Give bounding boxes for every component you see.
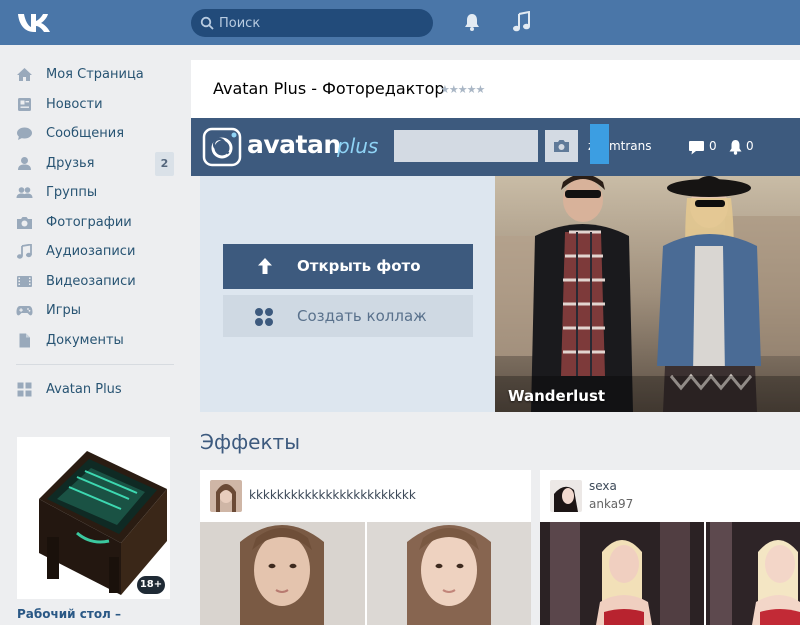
card-author-name[interactable]: kkkkkkkkkkkkkkkkkkkkkkkk — [249, 488, 416, 502]
avatar-picture — [550, 480, 582, 512]
upload-button[interactable] — [590, 124, 609, 164]
avatar[interactable] — [550, 480, 582, 512]
sidebar-item-label: Фотографии — [46, 214, 132, 230]
card-author-subtitle[interactable]: anka97 — [589, 497, 633, 511]
top-header — [0, 0, 800, 45]
sidebar-item-label: Игры — [46, 303, 82, 318]
search-input[interactable] — [219, 9, 419, 37]
music-note-icon — [17, 244, 32, 259]
app-title: Avatan Plus - Фоторедактор — [213, 79, 445, 98]
sidebar-item-label: Документы — [46, 332, 124, 348]
avatan-logo-text: avatan — [247, 130, 341, 159]
camera-search-button[interactable] — [545, 130, 578, 162]
sidebar-item-photos[interactable]: Фотографии — [0, 208, 190, 238]
sidebar-item-my-page[interactable]: Моя Страница — [0, 60, 190, 90]
couple-photo — [495, 176, 800, 412]
app-title-bar: Avatan Plus - Фоторедактор ★★★★★ — [191, 60, 800, 118]
search-box[interactable] — [191, 9, 433, 37]
sidebar-item-documents[interactable]: Документы — [0, 326, 190, 356]
effect-photo-before[interactable] — [540, 522, 704, 625]
chat-bubble-icon[interactable] — [688, 140, 705, 155]
sidebar-item-messages[interactable]: Сообщения — [0, 119, 190, 149]
bell-icon[interactable] — [728, 139, 743, 155]
card-author-name[interactable]: sexa — [589, 479, 617, 493]
sidebar-item-friends[interactable]: Друзья 2 — [0, 149, 190, 179]
news-icon — [18, 97, 31, 111]
glamour-picture — [540, 522, 704, 625]
avatar[interactable] — [210, 480, 242, 512]
sidebar-item-games[interactable]: Игры — [0, 296, 190, 326]
hero-actions-panel — [200, 176, 495, 412]
sidebar-item-label: Avatan Plus — [46, 382, 122, 397]
sidebar-item-videos[interactable]: Видеозаписи — [0, 267, 190, 297]
messages-count: 0 — [709, 139, 717, 153]
friends-icon — [18, 156, 31, 170]
apps-grid-icon — [17, 382, 32, 397]
camera-icon — [17, 216, 32, 229]
sidebar-item-audio[interactable]: Аудиозаписи — [0, 237, 190, 267]
effect-photo-before[interactable] — [200, 522, 365, 625]
ad-title[interactable]: Рабочий стол – — [17, 607, 121, 621]
effects-heading: Эффекты — [200, 430, 300, 454]
avatan-logo-plus: plus — [337, 134, 379, 158]
hero-caption: Wanderlust — [508, 387, 606, 405]
portrait-picture — [367, 522, 531, 625]
sidebar-item-label: Друзья — [46, 155, 95, 171]
search-icon — [200, 16, 214, 30]
hero-photo[interactable] — [495, 176, 800, 412]
sidebar-item-label: Аудиозаписи — [46, 244, 136, 259]
vk-logo-icon[interactable] — [16, 10, 54, 36]
ad-desk-picture — [17, 437, 170, 599]
effect-card[interactable]: kkkkkkkkkkkkkkkkkkkkkkkk — [200, 470, 531, 625]
search-icon — [212, 137, 230, 155]
avatar-picture — [210, 480, 242, 512]
open-photo-button[interactable]: Открыть фото — [223, 244, 473, 289]
age-rating-badge: 18+ — [137, 576, 165, 594]
rating-stars: ★★★★★ — [440, 83, 485, 96]
glamour-picture — [706, 522, 800, 625]
camera-icon — [554, 140, 569, 152]
create-collage-label: Создать коллаж — [297, 307, 427, 325]
video-icon — [17, 275, 32, 287]
sidebar-item-avatan-plus[interactable]: Avatan Plus — [0, 375, 190, 405]
notifications-count: 0 — [746, 139, 754, 153]
avatan-search-input[interactable] — [394, 130, 538, 162]
sidebar-item-groups[interactable]: Группы — [0, 178, 190, 208]
messages-icon — [17, 127, 32, 140]
sidebar-item-label: Моя Страница — [46, 67, 144, 82]
sidebar-item-label: Видеозаписи — [46, 273, 136, 289]
groups-icon — [16, 187, 33, 198]
friends-count-badge: 2 — [155, 151, 174, 176]
bell-icon[interactable] — [462, 12, 482, 32]
sidebar-item-news[interactable]: Новости — [0, 90, 190, 120]
create-collage-button[interactable]: Создать коллаж — [223, 295, 473, 337]
ad-image[interactable] — [17, 437, 170, 599]
music-icon[interactable] — [512, 11, 532, 33]
arrow-up-icon — [258, 258, 272, 274]
left-navigation: Моя Страница Новости Сообщения Друзья 2 … — [0, 60, 190, 355]
sidebar-item-label: Сообщения — [46, 126, 125, 141]
portrait-picture — [200, 522, 365, 625]
sidebar-divider — [16, 364, 174, 365]
effect-card[interactable]: sexa anka97 — [540, 470, 800, 625]
collage-icon — [255, 308, 273, 326]
open-photo-label: Открыть фото — [297, 257, 421, 275]
sidebar-item-label: Новости — [46, 96, 103, 112]
effect-photo-after[interactable] — [706, 522, 800, 625]
gamepad-icon — [16, 306, 33, 316]
avatan-toolbar: avatan plus zoomtrans 0 0 — [191, 118, 800, 176]
effect-photo-after[interactable] — [367, 522, 531, 625]
document-icon — [19, 333, 30, 347]
home-icon — [17, 68, 32, 81]
sidebar-item-label: Группы — [46, 185, 98, 200]
